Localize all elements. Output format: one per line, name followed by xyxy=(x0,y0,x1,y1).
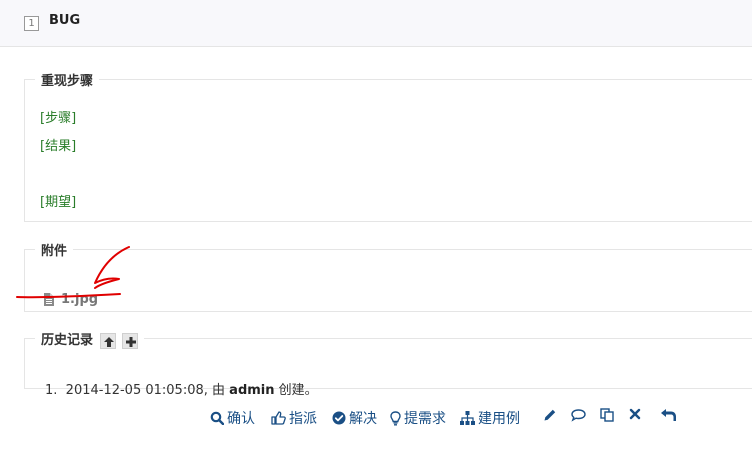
red-annotation-mark xyxy=(16,246,130,299)
history-legend: 历史记录 xyxy=(35,329,144,349)
delete-button[interactable] xyxy=(629,408,644,420)
steps-line-result: [结果] xyxy=(40,139,77,154)
comment-icon xyxy=(571,409,586,422)
steps-line-expect: [期望] xyxy=(40,195,77,210)
history-entry-index: 1. xyxy=(45,382,58,398)
arrow-up-icon xyxy=(103,336,114,347)
history-entry-user: admin xyxy=(229,382,275,398)
history-toggle-order-button[interactable] xyxy=(99,332,116,349)
history-entry: 1. 2014-12-05 01:05:08, 由 admin 创建。 xyxy=(45,379,318,398)
check-circle-icon xyxy=(332,411,346,425)
page-header: 1 BUG xyxy=(0,0,752,47)
history-section: 历史记录 1. 2014-12-05 01:05:08, 由 admin 创建。 xyxy=(24,329,752,398)
history-entry-action: 创建。 xyxy=(278,382,318,398)
confirm-label: 确认 xyxy=(227,411,255,427)
copy-icon xyxy=(600,408,614,422)
steps-legend: 重现步骤 xyxy=(41,74,94,89)
steps-line-step: [步骤] xyxy=(40,111,77,126)
to-story-button[interactable]: 提需求 xyxy=(390,408,446,428)
hand-point-icon xyxy=(271,411,286,425)
steps-section: 重现步骤 [步骤] [结果] [期望] xyxy=(24,70,752,222)
lightbulb-icon xyxy=(390,410,401,425)
create-case-label: 建用例 xyxy=(478,411,520,427)
back-button[interactable] xyxy=(660,408,680,422)
copy-button[interactable] xyxy=(600,408,618,422)
back-icon xyxy=(661,409,676,421)
close-icon xyxy=(629,408,641,420)
create-case-button[interactable]: 建用例 xyxy=(460,408,520,428)
comment-button[interactable] xyxy=(571,408,589,422)
sitemap-icon xyxy=(460,411,475,425)
assign-button[interactable]: 指派 xyxy=(271,408,317,428)
history-entry-time: 2014-12-05 01:05:08, xyxy=(65,382,208,398)
to-story-label: 提需求 xyxy=(404,411,446,427)
edit-button[interactable] xyxy=(543,408,560,422)
history-entry-by: 由 xyxy=(212,382,226,398)
assign-label: 指派 xyxy=(289,411,317,427)
history-expand-button[interactable] xyxy=(122,332,139,349)
resolve-label: 解决 xyxy=(349,411,377,427)
pencil-icon xyxy=(544,409,556,421)
page-title: BUG xyxy=(49,13,81,28)
plus-icon xyxy=(126,336,137,347)
action-bar: 确认 指派 解决 提需求 建用例 xyxy=(0,408,752,432)
history-title: 历史记录 xyxy=(41,333,94,348)
confirm-button[interactable]: 确认 xyxy=(210,408,255,428)
resolve-button[interactable]: 解决 xyxy=(332,408,377,428)
bug-id-badge: 1 xyxy=(24,16,39,31)
search-icon xyxy=(210,411,224,425)
